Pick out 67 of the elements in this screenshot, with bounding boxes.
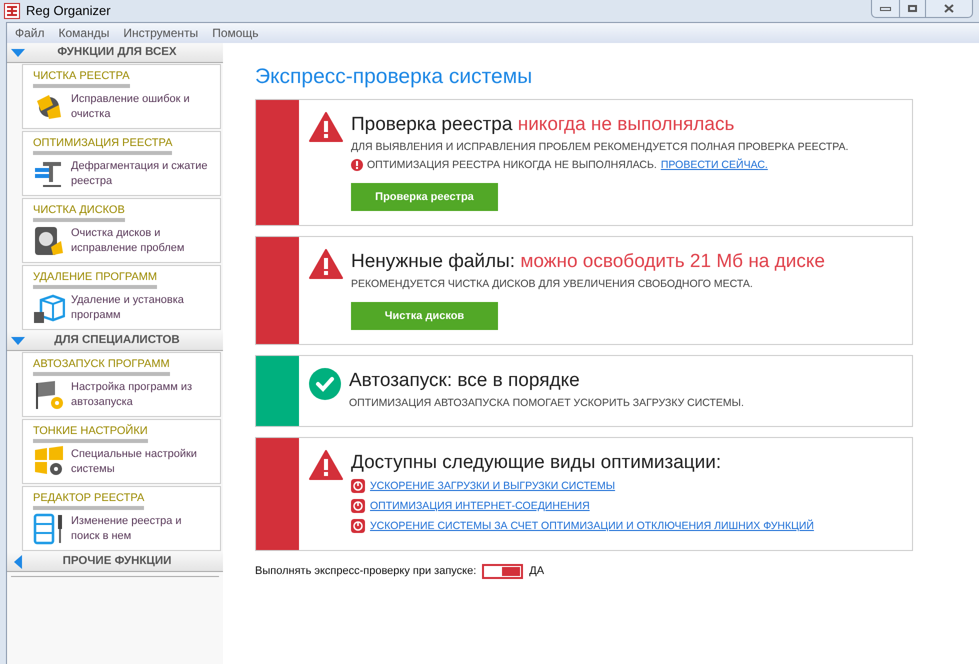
optimization-link[interactable]: УСКОРЕНИЕ СИСТЕМЫ ЗА СЧЕТ ОПТИМИЗАЦИИ И ОТКЛЮЧЕНИЯ ЛИШНИХ ФУНКЦИЙ — [370, 516, 814, 536]
card-heading: Проверка реестра никогда не выполнялась — [351, 113, 736, 137]
toggle-switch[interactable] — [482, 564, 524, 579]
cabinet-screwdriver-icon — [33, 513, 65, 545]
item-title: УДАЛЕНИЕ ПРОГРАММ — [33, 271, 158, 289]
startup-option-label: Выполнять экспресс-проверку при запуске: — [255, 564, 476, 579]
section-header[interactable]: ФУНКЦИИ ДЛЯ ВСЕХ — [7, 43, 223, 63]
item-title: ЧИСТКА РЕЕСТРА — [33, 70, 130, 88]
item-title: РЕДАКТОР РЕЕСТРА — [33, 492, 144, 510]
section-title: ФУНКЦИИ ДЛЯ ВСЕХ — [56, 44, 178, 60]
sidebar-item[interactable]: ЧИСТКА РЕЕСТРА Исправление ошибок и очистка — [22, 64, 221, 129]
card-description: РЕКОМЕНДУЕТСЯ ЧИСТКА ДИСКОВ ДЛЯ УВЕЛИЧЕНИЯ СВОБОДНОГО МЕСТА. — [351, 277, 754, 292]
note-text: ОПТИМИЗАЦИЯ РЕЕСТРА НИКОГДА НЕ ВЫПОЛНЯЛАСЬ. — [367, 158, 657, 173]
windows-gear-icon — [33, 446, 65, 478]
optimization-link[interactable]: УСКОРЕНИЕ ЗАГРУЗКИ И ВЫГРУЗКИ СИСТЕМЫ — [370, 476, 616, 496]
item-description: Настройка программ из автозапуска — [71, 380, 194, 410]
warning-icon — [309, 450, 343, 480]
menu-item[interactable]: Инструменты — [123, 24, 198, 42]
item-description: Исправление ошибок и очистка — [71, 92, 191, 122]
card-description: ДЛЯ ВЫЯВЛЕНИЯ И ИСПРАВЛЕНИЯ ПРОБЛЕМ РЕКОМЕНДУЕТСЯ ПОЛНАЯ ПРОВЕРКА РЕЕСТРА. — [351, 140, 850, 155]
menu-item[interactable]: Помощь — [212, 24, 259, 42]
warning-icon — [309, 112, 343, 142]
menu-item[interactable]: Файл — [15, 24, 45, 42]
power-icon — [351, 499, 365, 513]
card-heading: Автозапуск: все в порядке — [349, 369, 581, 393]
sidebar-item[interactable]: ТОНКИЕ НАСТРОЙКИ Специальные настройки системы — [22, 419, 221, 484]
page-title: Экспресс-проверка системы — [255, 64, 534, 90]
item-title: ОПТИМИЗАЦИЯ РЕЕСТРА — [33, 137, 172, 155]
sidebar-item[interactable]: ОПТИМИЗАЦИЯ РЕЕСТРА Дефрагментация и сжатие реестра — [22, 131, 221, 196]
item-description: Удаление и установка программ — [71, 293, 185, 323]
collapsed-arrow-icon — [14, 554, 22, 568]
card-heading: Доступны следующие виды оптимизации: — [351, 451, 722, 475]
expanded-arrow-icon — [11, 336, 25, 344]
sidebar-item[interactable]: АВТОЗАПУСК ПРОГРАММ Настройка программ из автозапуска — [22, 352, 221, 417]
error-icon — [351, 159, 363, 171]
item-title: ТОНКИЕ НАСТРОЙКИ — [33, 425, 148, 443]
section-title: ПРОЧИЕ ФУНКЦИИ — [62, 554, 172, 569]
sidebar-item[interactable]: ЧИСТКА ДИСКОВ Очистка дисков и исправление проблем — [22, 198, 221, 263]
hard-disk-icon — [33, 225, 65, 257]
sidebar-item[interactable]: РЕДАКТОР РЕЕСТРА Изменение реестра и поиск в нем — [22, 486, 221, 551]
close-icon — [944, 4, 954, 13]
expanded-arrow-icon — [11, 48, 25, 56]
section-header[interactable]: ДЛЯ СПЕЦИАЛИСТОВ — [7, 331, 223, 351]
app-logo-icon — [4, 3, 20, 19]
item-description: Дефрагментация и сжатие реестра — [71, 159, 208, 189]
section-title: ДЛЯ СПЕЦИАЛИСТОВ — [53, 332, 181, 348]
warning-icon — [309, 249, 343, 279]
item-title: АВТОЗАПУСК ПРОГРАММ — [33, 358, 170, 376]
status-stripe — [256, 356, 299, 426]
item-description: Специальные настройки системы — [71, 447, 198, 477]
sidebar-item[interactable]: УДАЛЕНИЕ ПРОГРАММ Удаление и установка программ — [22, 265, 221, 330]
box-trash-icon — [33, 292, 65, 324]
run-now-link[interactable]: ПРОВЕСТИ СЕЙЧАС. — [660, 156, 768, 174]
power-icon — [351, 519, 365, 533]
item-description: Изменение реестра и поиск в нем — [71, 514, 183, 544]
item-title: ЧИСТКА ДИСКОВ — [33, 204, 125, 222]
flag-gear-icon — [33, 379, 65, 411]
card-description: ОПТИМИЗАЦИЯ АВТОЗАПУСКА ПОМОГАЕТ УСКОРИТЬ ЗАГРУЗКУ СИСТЕМЫ. — [349, 396, 745, 411]
optimization-link[interactable]: ОПТИМИЗАЦИЯ ИНТЕРНЕТ-СОЕДИНЕНИЯ — [370, 496, 590, 516]
menu-item[interactable]: Команды — [58, 24, 110, 42]
section-header[interactable]: ПРОЧИЕ ФУНКЦИИ — [7, 552, 223, 572]
power-icon — [351, 479, 365, 493]
toggle-value: ДА — [529, 564, 544, 579]
card-heading: Ненужные файлы: можно освободить 21 Мб на диске — [351, 250, 826, 274]
check-icon — [309, 368, 341, 400]
item-description: Очистка дисков и исправление проблем — [71, 226, 186, 256]
window-title: Reg Organizer — [26, 2, 111, 20]
